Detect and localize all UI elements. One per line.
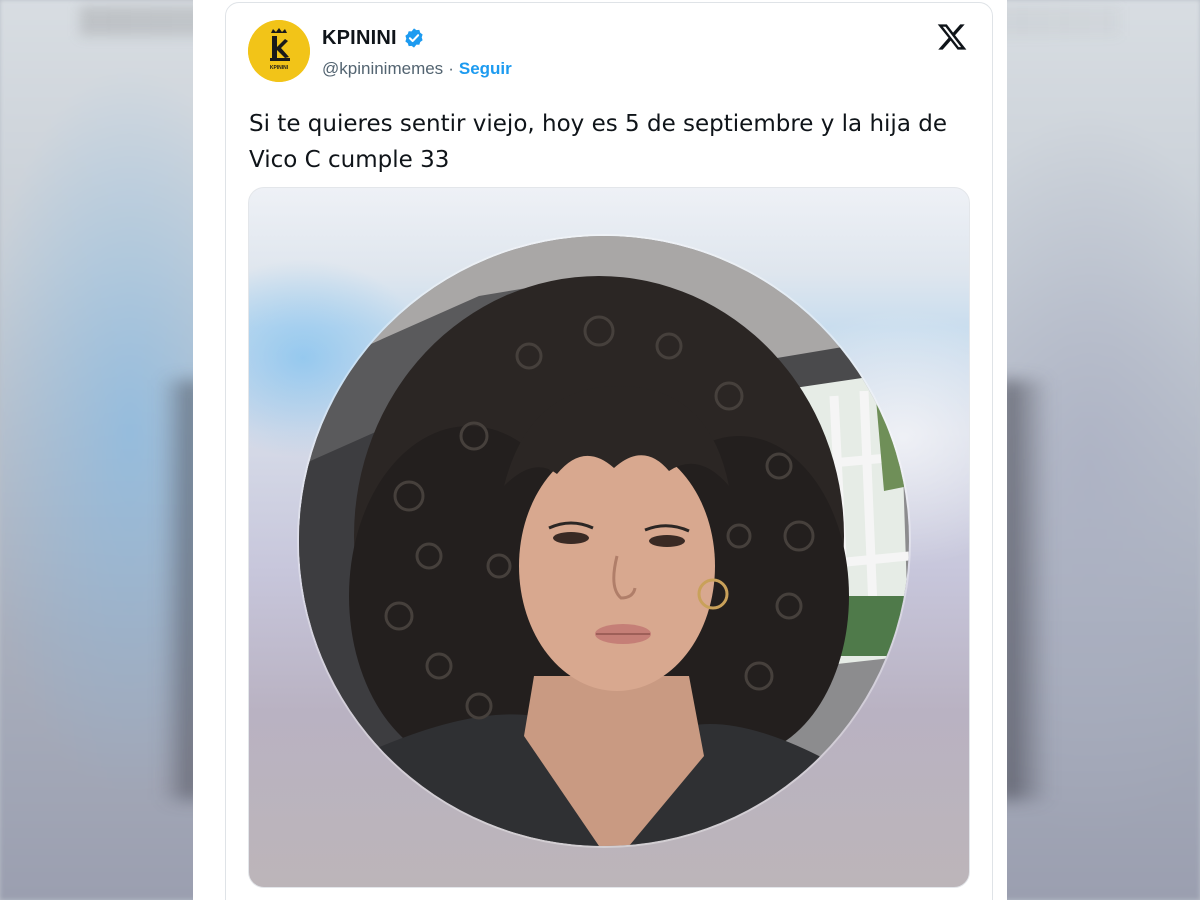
author-handle[interactable]: @kpininimemes (322, 59, 443, 79)
author-name-row: KPININI (322, 24, 425, 52)
svg-text:KPININI: KPININI (270, 65, 289, 71)
portrait-illustration (299, 236, 909, 846)
avatar[interactable]: KPININI (248, 20, 310, 82)
tweet-media[interactable] (248, 187, 970, 888)
author-display-name[interactable]: KPININI (322, 27, 397, 50)
verified-badge-icon (405, 28, 423, 48)
author-handle-row: @kpininimemes · Seguir (322, 57, 512, 81)
x-logo-icon[interactable] (936, 21, 968, 53)
background-shadow-right (1000, 380, 1050, 800)
avatar-logo-icon: KPININI (248, 20, 310, 82)
separator-dot: · (448, 59, 454, 78)
follow-button[interactable]: Seguir (459, 59, 512, 79)
portrait-photo (299, 236, 909, 846)
tweet-text: Si te quieres sentir viejo, hoy es 5 de … (249, 111, 947, 173)
